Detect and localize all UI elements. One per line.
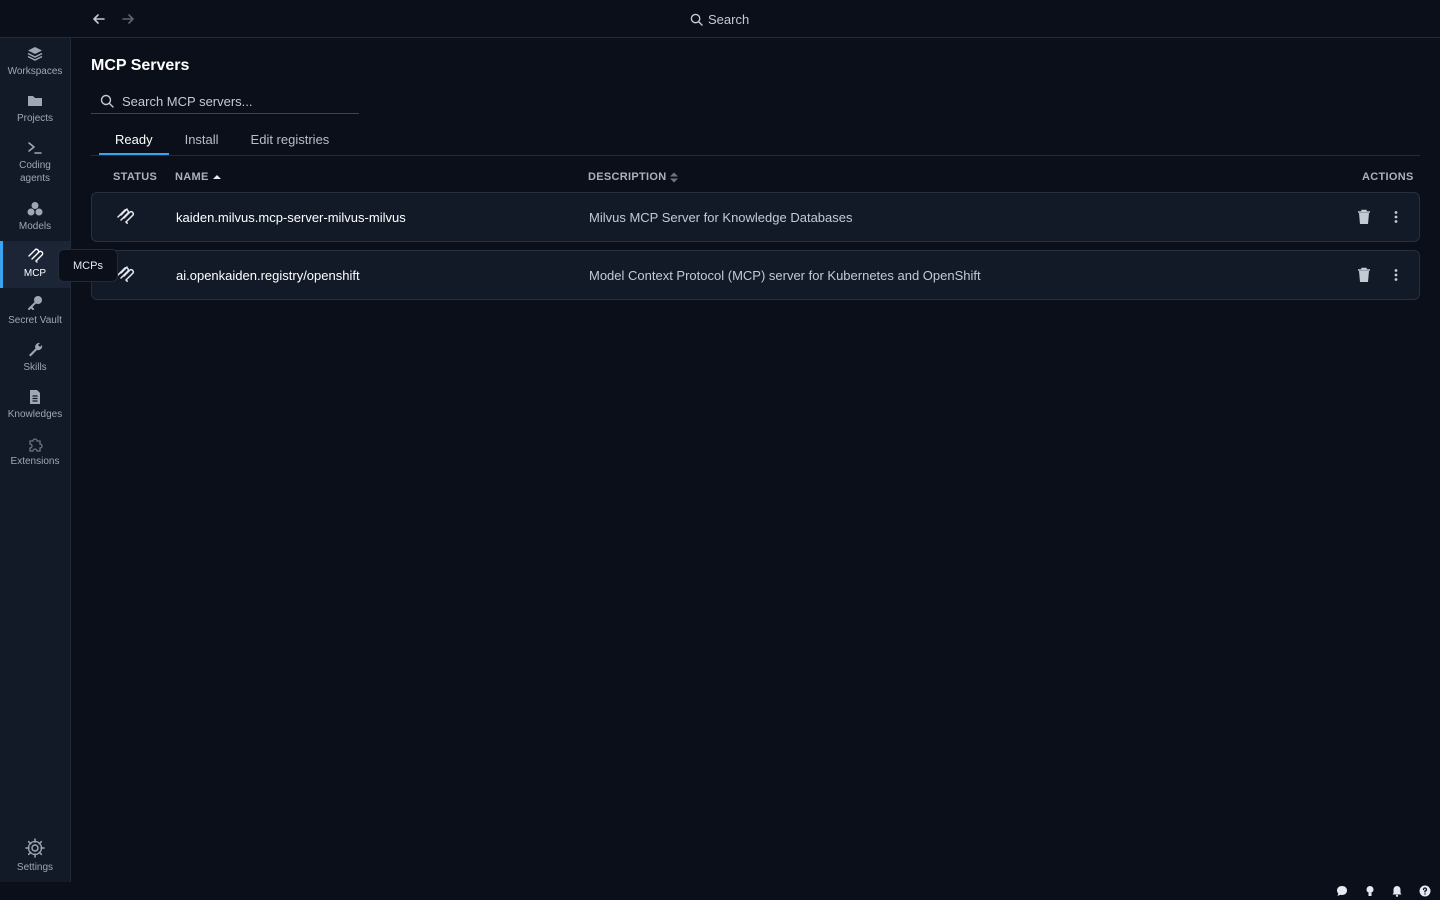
sidebar-item-secret-vault[interactable]: Secret Vault	[0, 294, 70, 327]
sidebar-tooltip: MCPs	[58, 249, 118, 282]
wrench-icon	[29, 342, 43, 357]
tab-edit-registries[interactable]: Edit registries	[235, 125, 346, 154]
search-icon	[690, 13, 703, 26]
document-icon	[30, 390, 40, 404]
global-search-button[interactable]: Search	[690, 10, 749, 28]
mcp-search-input[interactable]	[120, 92, 344, 110]
column-header-actions-label: ACTIONS	[1362, 171, 1414, 183]
trash-icon[interactable]	[1357, 267, 1371, 283]
column-header-description-label: DESCRIPTION	[588, 171, 667, 183]
column-header-status: STATUS	[113, 171, 157, 183]
tab-bar: Ready Install Edit registries	[99, 125, 345, 155]
mcp-status-icon	[117, 266, 135, 282]
sidebar-item-label: MCP	[23, 268, 47, 279]
terminal-icon	[28, 142, 42, 154]
sidebar-item-label: Skills	[23, 362, 47, 373]
layers-icon	[27, 47, 43, 61]
column-header-status-label: STATUS	[113, 171, 158, 183]
sidebar-item-label: Knowledges	[7, 409, 63, 420]
sidebar-item-label: Models	[18, 221, 52, 232]
sidebar-item-skills[interactable]: Skills	[0, 341, 70, 374]
sidebar-item-knowledges[interactable]: Knowledges	[0, 388, 70, 421]
column-header-actions: ACTIONS	[1362, 171, 1414, 183]
sidebar-item-label: Coding agents	[19, 160, 51, 184]
mcp-search-field[interactable]	[91, 89, 359, 114]
server-name[interactable]: ai.openkaiden.registry/openshift	[176, 268, 360, 283]
sidebar-item-label: Extensions	[10, 456, 60, 467]
sort-icon	[670, 172, 679, 182]
sidebar-item-label: Secret Vault	[8, 315, 62, 326]
page-title: MCP Servers	[91, 57, 190, 74]
sidebar-item-projects[interactable]: Projects	[0, 92, 70, 125]
sidebar-item-coding-agents[interactable]: Coding agents	[0, 139, 70, 185]
help-icon[interactable]	[1419, 885, 1431, 897]
arrow-left-icon	[93, 14, 105, 24]
bell-icon[interactable]	[1391, 885, 1403, 897]
gear-icon	[25, 838, 45, 858]
trash-icon[interactable]	[1357, 209, 1371, 225]
more-options-icon[interactable]	[1389, 267, 1403, 283]
search-icon	[100, 94, 114, 108]
folder-icon	[28, 96, 42, 106]
column-header-name-label: NAME	[175, 171, 209, 183]
server-name[interactable]: kaiden.milvus.mcp-server-milvus-milvus	[176, 210, 406, 225]
arrow-right-icon	[122, 14, 134, 24]
mcp-icon	[28, 248, 44, 263]
table-row[interactable]: ai.openkaiden.registry/openshift Model C…	[91, 250, 1420, 300]
status-bar	[0, 882, 1440, 900]
sidebar-item-label: Settings	[16, 862, 54, 873]
sidebar-item-settings[interactable]: Settings	[0, 837, 70, 874]
key-icon	[28, 296, 42, 310]
puzzle-icon	[29, 438, 43, 452]
mcp-status-icon	[117, 208, 135, 224]
column-header-description[interactable]: DESCRIPTION	[588, 171, 679, 183]
column-header-name[interactable]: NAME	[175, 171, 221, 183]
global-search-label: Search	[708, 11, 750, 27]
top-bar: Search	[0, 0, 1440, 38]
back-button[interactable]	[90, 10, 108, 28]
sidebar-item-extensions[interactable]: Extensions	[0, 435, 70, 468]
sort-ascending-icon	[212, 175, 221, 179]
tab-install[interactable]: Install	[169, 125, 235, 154]
chat-icon[interactable]	[1336, 885, 1348, 897]
forward-button[interactable]	[119, 10, 137, 28]
sidebar: Workspaces Projects Coding agents Models…	[0, 38, 71, 882]
more-options-icon[interactable]	[1389, 209, 1403, 225]
tab-ready[interactable]: Ready	[99, 125, 169, 155]
table-row[interactable]: kaiden.milvus.mcp-server-milvus-milvus M…	[91, 192, 1420, 242]
lightbulb-icon[interactable]	[1364, 885, 1376, 897]
server-description: Milvus MCP Server for Knowledge Database…	[589, 210, 853, 225]
sidebar-item-workspaces[interactable]: Workspaces	[0, 45, 70, 78]
sidebar-item-models[interactable]: Models	[0, 200, 70, 233]
tab-divider	[91, 155, 1420, 156]
server-description: Model Context Protocol (MCP) server for …	[589, 268, 981, 283]
sidebar-item-label: Workspaces	[7, 66, 63, 77]
sidebar-item-label: Projects	[16, 113, 54, 124]
cubes-icon	[27, 202, 43, 216]
